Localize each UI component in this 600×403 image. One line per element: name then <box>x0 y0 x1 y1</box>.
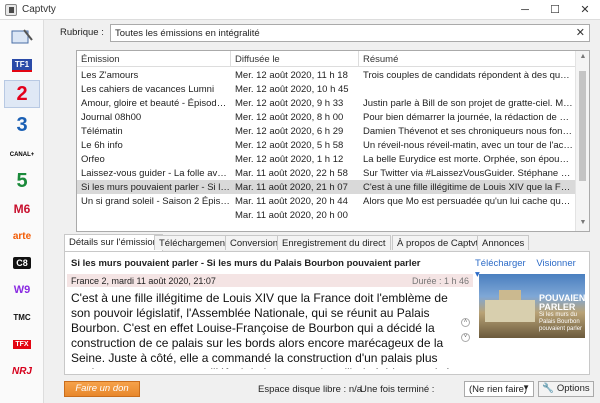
description-scroller[interactable]: ˄ ˅ <box>461 318 471 348</box>
maximize-button[interactable]: ☐ <box>540 0 570 20</box>
watch-link[interactable]: Visionner <box>536 258 575 269</box>
list-header: Émission Diffusée le Résumé <box>77 51 576 67</box>
settings-tool-icon[interactable] <box>4 26 40 48</box>
wrench-icon: 🔧 <box>542 383 555 394</box>
tab-details[interactable]: Détails sur l'émission <box>64 234 163 251</box>
table-row[interactable]: Laissez-vous guider - La folle aven... M… <box>77 166 576 180</box>
disk-space: Espace disque libre : n/a <box>258 384 363 395</box>
rubrique-value: Toutes les émissions en intégralité <box>115 28 260 39</box>
broadcast-date: France 2, mardi 11 août 2020, 21:07 <box>71 276 216 286</box>
window-title: Captvty <box>22 4 56 15</box>
episode-list[interactable]: Émission Diffusée le Résumé Les Z'amours… <box>76 50 590 232</box>
download-link[interactable]: Télécharger <box>475 258 526 269</box>
when-done-label: Une fois terminé : <box>360 384 435 395</box>
channel-france2-logo[interactable]: 2 <box>4 80 40 108</box>
tab-enregistrement[interactable]: Enregistrement du direct <box>277 235 391 250</box>
table-row[interactable]: Amour, gloire et beauté - Épisode ... Me… <box>77 96 576 110</box>
chevron-down-icon: ▼ <box>522 383 530 392</box>
scroll-up-icon[interactable]: ▲ <box>576 53 589 60</box>
column-header-emission[interactable]: Émission <box>81 54 120 65</box>
scrollbar-thumb[interactable] <box>579 71 586 181</box>
table-row[interactable]: Journal 08h00 Mer. 12 août 2020, 8 h 00 … <box>77 110 576 124</box>
table-row[interactable]: Les cahiers de vacances Lumni Mer. 12 ao… <box>77 82 576 96</box>
details-panel: Si les murs pouvaient parler - Si les mu… <box>64 251 590 375</box>
episode-description: C'est à une fille illégitime de Louis XI… <box>71 291 457 369</box>
channel-m6-logo[interactable]: M6 <box>4 198 40 220</box>
rubrique-label: Rubrique : <box>60 27 104 38</box>
rubrique-select[interactable]: Toutes les émissions en intégralité ✕ <box>110 24 590 42</box>
status-bar: Faire un don Espace disque libre : n/a U… <box>44 378 600 403</box>
channel-sidebar: TF1 2 3 CANAL+ 5 M6 arte C8 W9 TMC TFX N… <box>0 20 44 403</box>
minimize-button[interactable]: ─ <box>510 0 540 20</box>
tab-conversion[interactable]: Conversion <box>225 235 284 250</box>
scroll-down-icon[interactable]: ▼ <box>576 219 589 226</box>
when-done-select[interactable]: (Ne rien faire) ▼ <box>464 381 534 397</box>
options-button[interactable]: 🔧 Options <box>538 381 594 397</box>
table-row[interactable]: Orfeo Mer. 12 août 2020, 1 h 12 La belle… <box>77 152 576 166</box>
table-row[interactable]: Le 6h info Mer. 12 août 2020, 5 h 58 Un … <box>77 138 576 152</box>
column-header-diffusee[interactable]: Diffusée le <box>235 54 280 65</box>
channel-tf1-logo[interactable]: TF1 <box>4 54 40 76</box>
channel-c8-logo[interactable]: C8 <box>4 252 40 274</box>
table-row-selected[interactable]: Si les murs pouvaient parler - Si le... … <box>77 180 576 194</box>
column-header-resume[interactable]: Résumé <box>363 54 398 65</box>
table-row[interactable]: Télématin Mer. 12 août 2020, 6 h 29 Dami… <box>77 124 576 138</box>
scroll-up-icon[interactable]: ˄ <box>461 318 470 327</box>
list-scrollbar[interactable]: ▲ ▼ <box>575 51 589 231</box>
title-bar: Captvty ─ ☐ ✕ <box>0 0 600 20</box>
episode-thumbnail: POUVAIENT PARLERSi les murs du Palais Bo… <box>479 274 585 338</box>
episode-meta: France 2, mardi 11 août 2020, 21:07 Duré… <box>67 274 473 287</box>
tab-annonces[interactable]: Annonces <box>477 235 530 250</box>
clear-icon[interactable]: ✕ <box>576 26 585 39</box>
channel-w9-logo[interactable]: W9 <box>4 279 40 301</box>
episode-title: Si les murs pouvaient parler - Si les mu… <box>71 258 421 269</box>
table-row[interactable]: Mar. 11 août 2020, 20 h 00 <box>77 208 576 222</box>
donate-button[interactable]: Faire un don <box>64 381 140 397</box>
channel-tfx-logo[interactable]: TFX <box>4 333 40 355</box>
table-row[interactable]: Un si grand soleil - Saison 2 Épiso... M… <box>77 194 576 208</box>
channel-france5-logo[interactable]: 5 <box>4 168 40 194</box>
duration: Durée : 1 h 46 <box>411 276 469 286</box>
tab-a-propos[interactable]: À propos de Captvty <box>392 235 489 250</box>
channel-tmc-logo[interactable]: TMC <box>4 306 40 328</box>
channel-arte-logo[interactable]: arte <box>4 225 40 247</box>
scroll-down-icon[interactable]: ˅ <box>461 333 470 342</box>
table-row[interactable]: Les Z'amours Mer. 12 août 2020, 11 h 18 … <box>77 68 576 82</box>
channel-france3-logo[interactable]: 3 <box>4 112 40 138</box>
channel-canalplus-logo[interactable]: CANAL+ <box>4 144 40 166</box>
tab-telechargement[interactable]: Téléchargement <box>154 235 233 250</box>
close-button[interactable]: ✕ <box>570 0 600 20</box>
channel-nrj12-logo[interactable]: NRJ <box>4 360 40 382</box>
app-icon <box>5 4 17 16</box>
